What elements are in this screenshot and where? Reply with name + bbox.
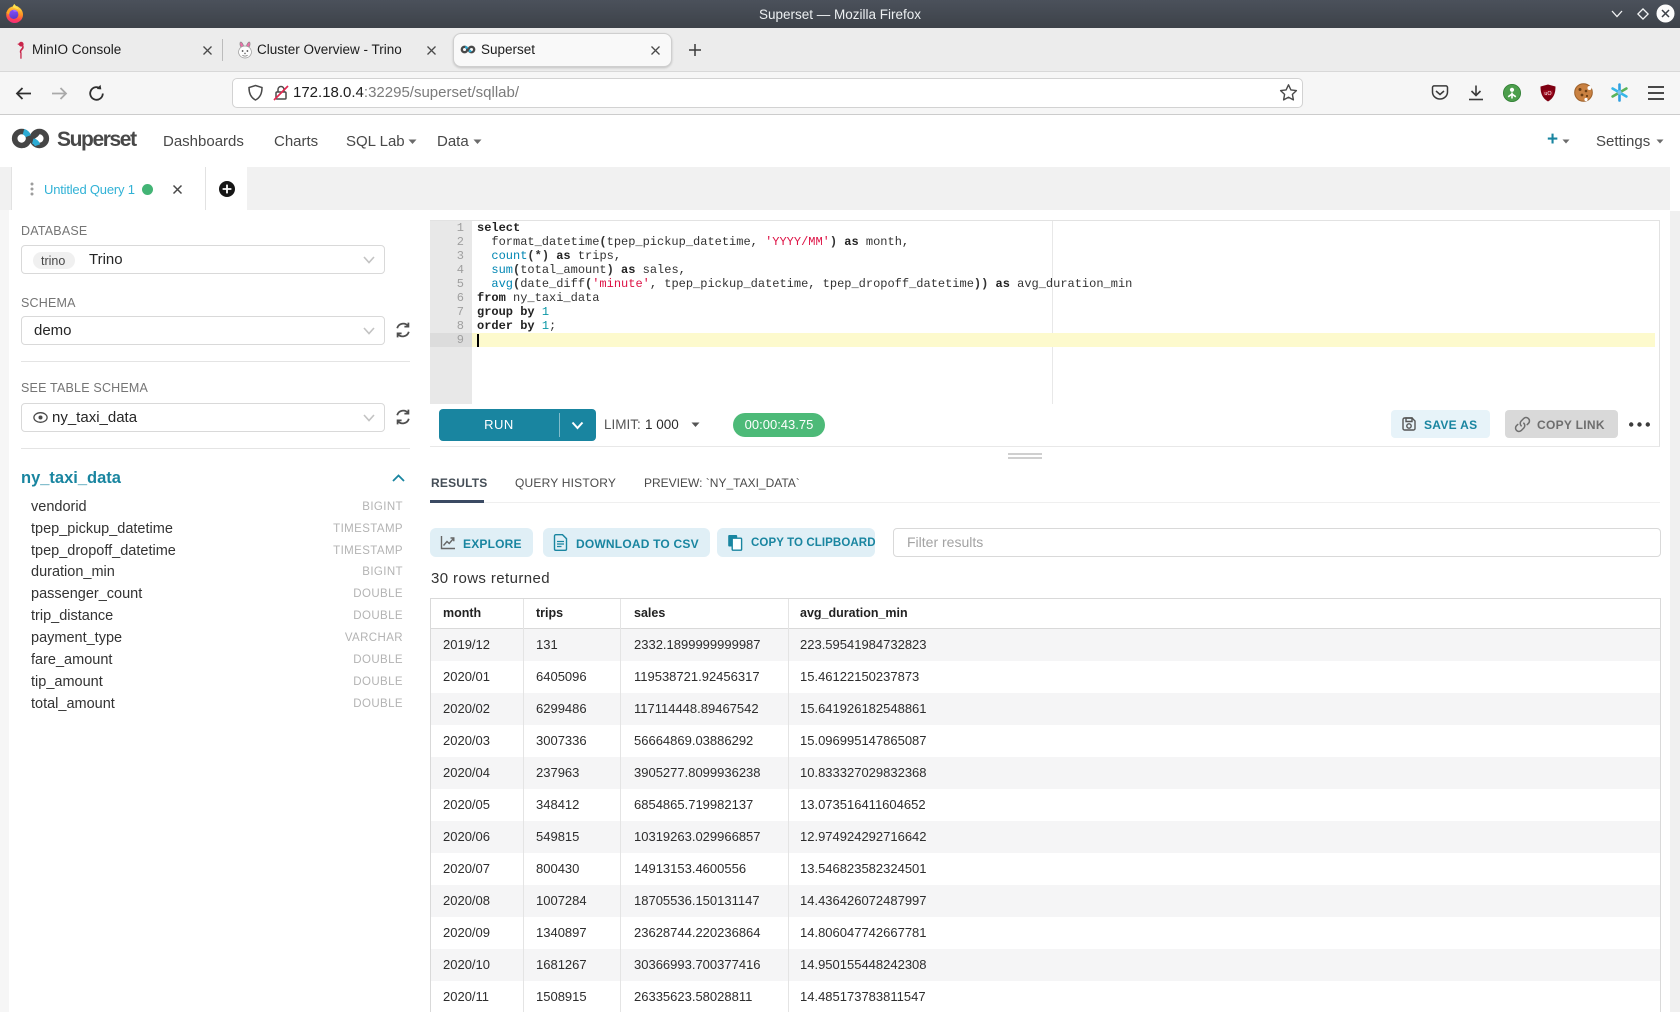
svg-text:uO: uO: [1544, 91, 1551, 97]
